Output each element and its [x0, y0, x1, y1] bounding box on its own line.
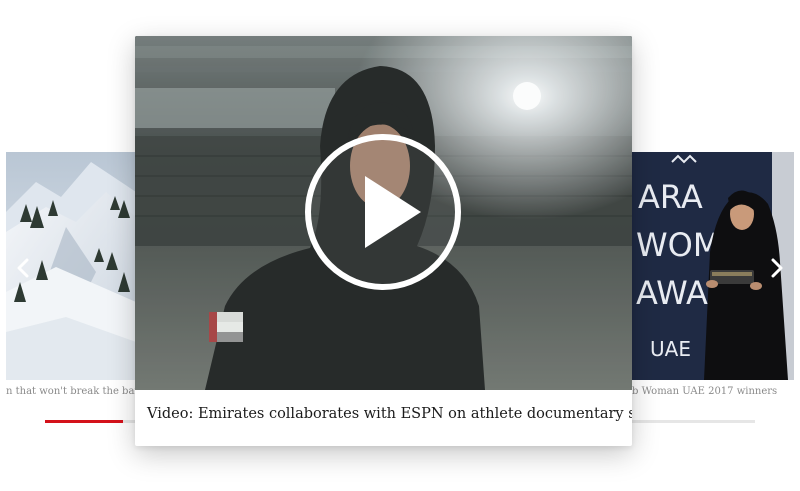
- chevron-right-icon: [771, 258, 783, 278]
- play-button[interactable]: [303, 132, 463, 292]
- sign-line-3: AWA: [636, 274, 708, 312]
- previous-slide-caption[interactable]: n that won't break the bank: [6, 386, 136, 397]
- play-icon: [305, 134, 461, 290]
- video-thumbnail[interactable]: [135, 36, 632, 390]
- featured-slide[interactable]: Video: Emirates collaborates with ESPN o…: [135, 36, 632, 446]
- sign-line-1: ARA: [638, 178, 703, 216]
- sign-line-4: UAE: [650, 337, 691, 361]
- next-slide-caption[interactable]: b Woman UAE 2017 winners: [632, 386, 794, 397]
- next-slide-button[interactable]: [762, 253, 792, 283]
- carousel: n that won't break the bank ARA WOM AWA …: [0, 0, 800, 491]
- featured-slide-caption[interactable]: Video: Emirates collaborates with ESPN o…: [147, 406, 632, 422]
- previous-slide-button[interactable]: [8, 253, 38, 283]
- carousel-progress-fill: [45, 420, 124, 423]
- sign-line-2: WOM: [636, 226, 720, 264]
- chevron-left-icon: [17, 258, 29, 278]
